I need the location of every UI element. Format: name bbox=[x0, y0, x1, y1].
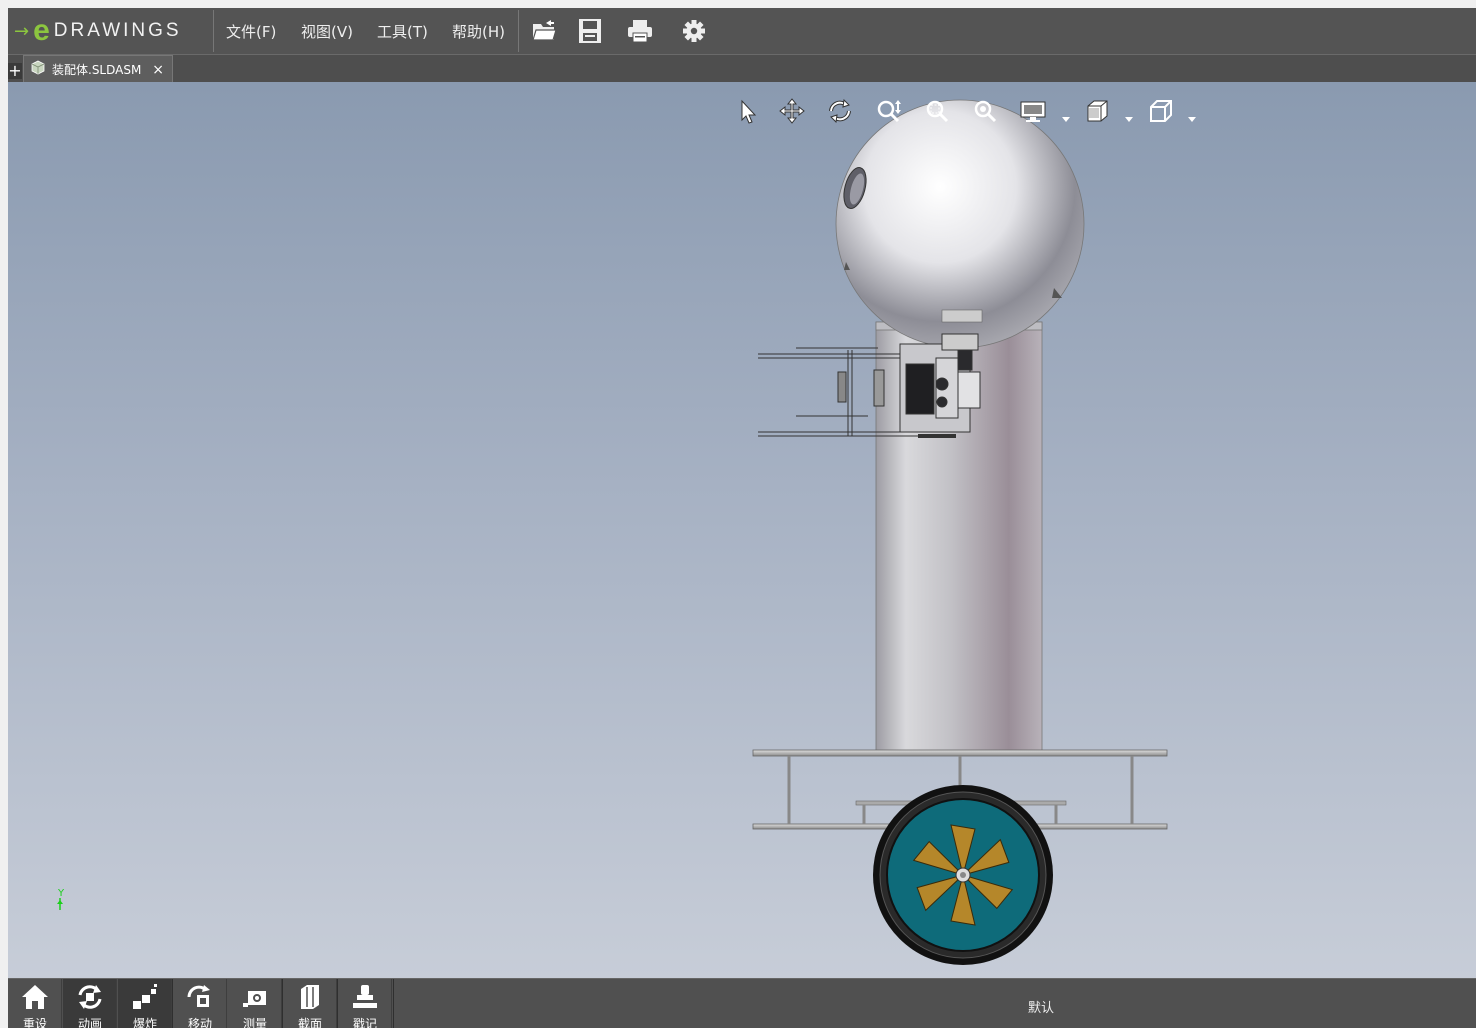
explode-icon bbox=[133, 984, 157, 1009]
section-button[interactable]: 截面 bbox=[283, 979, 337, 1028]
drive-wheel bbox=[873, 785, 1053, 965]
assembly-icon bbox=[30, 60, 46, 79]
measure-icon bbox=[243, 991, 266, 1007]
stamp-icon bbox=[353, 985, 377, 1008]
axis-y-label: Y bbox=[57, 888, 65, 899]
rotate-icon[interactable] bbox=[825, 96, 855, 126]
menu-view[interactable]: 视图(V) bbox=[301, 21, 353, 42]
base-top-plate bbox=[752, 749, 1168, 757]
settings-gear-icon[interactable] bbox=[680, 17, 708, 45]
logo-letter: e bbox=[33, 14, 50, 47]
window-left-edge bbox=[0, 0, 8, 1028]
select-arrow-icon[interactable] bbox=[732, 96, 762, 126]
robot-model bbox=[752, 99, 1168, 965]
print-icon[interactable] bbox=[626, 17, 654, 45]
logo-text: DRAWINGS bbox=[53, 20, 182, 41]
display-style-dropdown-icon[interactable] bbox=[1062, 108, 1070, 122]
zoom-to-fit-icon[interactable] bbox=[970, 96, 1000, 126]
explode-button[interactable]: 爆炸 bbox=[118, 979, 172, 1028]
tab-title: 装配体.SLDASM bbox=[52, 63, 142, 77]
measure-button[interactable]: 测量 bbox=[228, 979, 282, 1028]
menu-divider bbox=[213, 10, 214, 52]
zoom-icon[interactable] bbox=[874, 96, 904, 126]
edrawings-window: → e DRAWINGS 文件(F) 视图(V) 工具(T) 帮助(H) + 装… bbox=[8, 8, 1476, 1028]
logo-arrow-icon: → bbox=[14, 20, 30, 42]
toolbar-divider bbox=[393, 979, 394, 1028]
configuration-status: 默认 bbox=[1028, 1001, 1055, 1016]
open-folder-icon[interactable] bbox=[530, 17, 558, 45]
arm-assembly bbox=[758, 333, 981, 438]
close-tab-icon[interactable]: × bbox=[152, 62, 164, 78]
section-icon bbox=[301, 985, 319, 1009]
pan-icon[interactable] bbox=[777, 96, 807, 126]
menu-file[interactable]: 文件(F) bbox=[226, 21, 276, 42]
menu-divider bbox=[518, 10, 519, 52]
animation-button[interactable]: 动画 bbox=[63, 979, 117, 1028]
tab-assembly-document[interactable]: 装配体.SLDASM × bbox=[23, 55, 173, 83]
move-icon bbox=[187, 985, 210, 1007]
animation-icon bbox=[78, 985, 102, 1009]
view-orientation-icon[interactable] bbox=[1082, 96, 1112, 126]
document-tab-bar: + 装配体.SLDASM × bbox=[8, 54, 1476, 83]
axis-triad: Y bbox=[52, 888, 72, 910]
view-orientation-dropdown-icon[interactable] bbox=[1125, 108, 1133, 122]
3d-viewport[interactable]: Y 动画 bbox=[8, 82, 1476, 978]
home-icon bbox=[22, 985, 48, 1009]
move-button[interactable]: 移动 bbox=[173, 979, 227, 1028]
window-top-edge bbox=[0, 0, 1476, 8]
reset-button[interactable]: 重设 bbox=[8, 979, 62, 1028]
bottom-toolbar: 重设 动画 爆炸 移动 测量 截面 戳记 默认 bbox=[8, 978, 1476, 1028]
stamp-button[interactable]: 戳记 bbox=[338, 979, 392, 1028]
menu-help[interactable]: 帮助(H) bbox=[452, 21, 505, 42]
display-style-icon[interactable] bbox=[1018, 96, 1048, 126]
edrawings-logo: → e DRAWINGS bbox=[14, 12, 182, 50]
standard-views-dropdown-icon[interactable] bbox=[1188, 108, 1196, 122]
menu-bar: → e DRAWINGS 文件(F) 视图(V) 工具(T) 帮助(H) bbox=[8, 8, 1476, 54]
menu-tools[interactable]: 工具(T) bbox=[377, 21, 428, 42]
standard-views-icon[interactable] bbox=[1146, 96, 1176, 126]
save-icon[interactable] bbox=[576, 17, 604, 45]
zoom-to-area-icon[interactable] bbox=[922, 96, 952, 126]
new-tab-button[interactable]: + bbox=[8, 63, 22, 79]
